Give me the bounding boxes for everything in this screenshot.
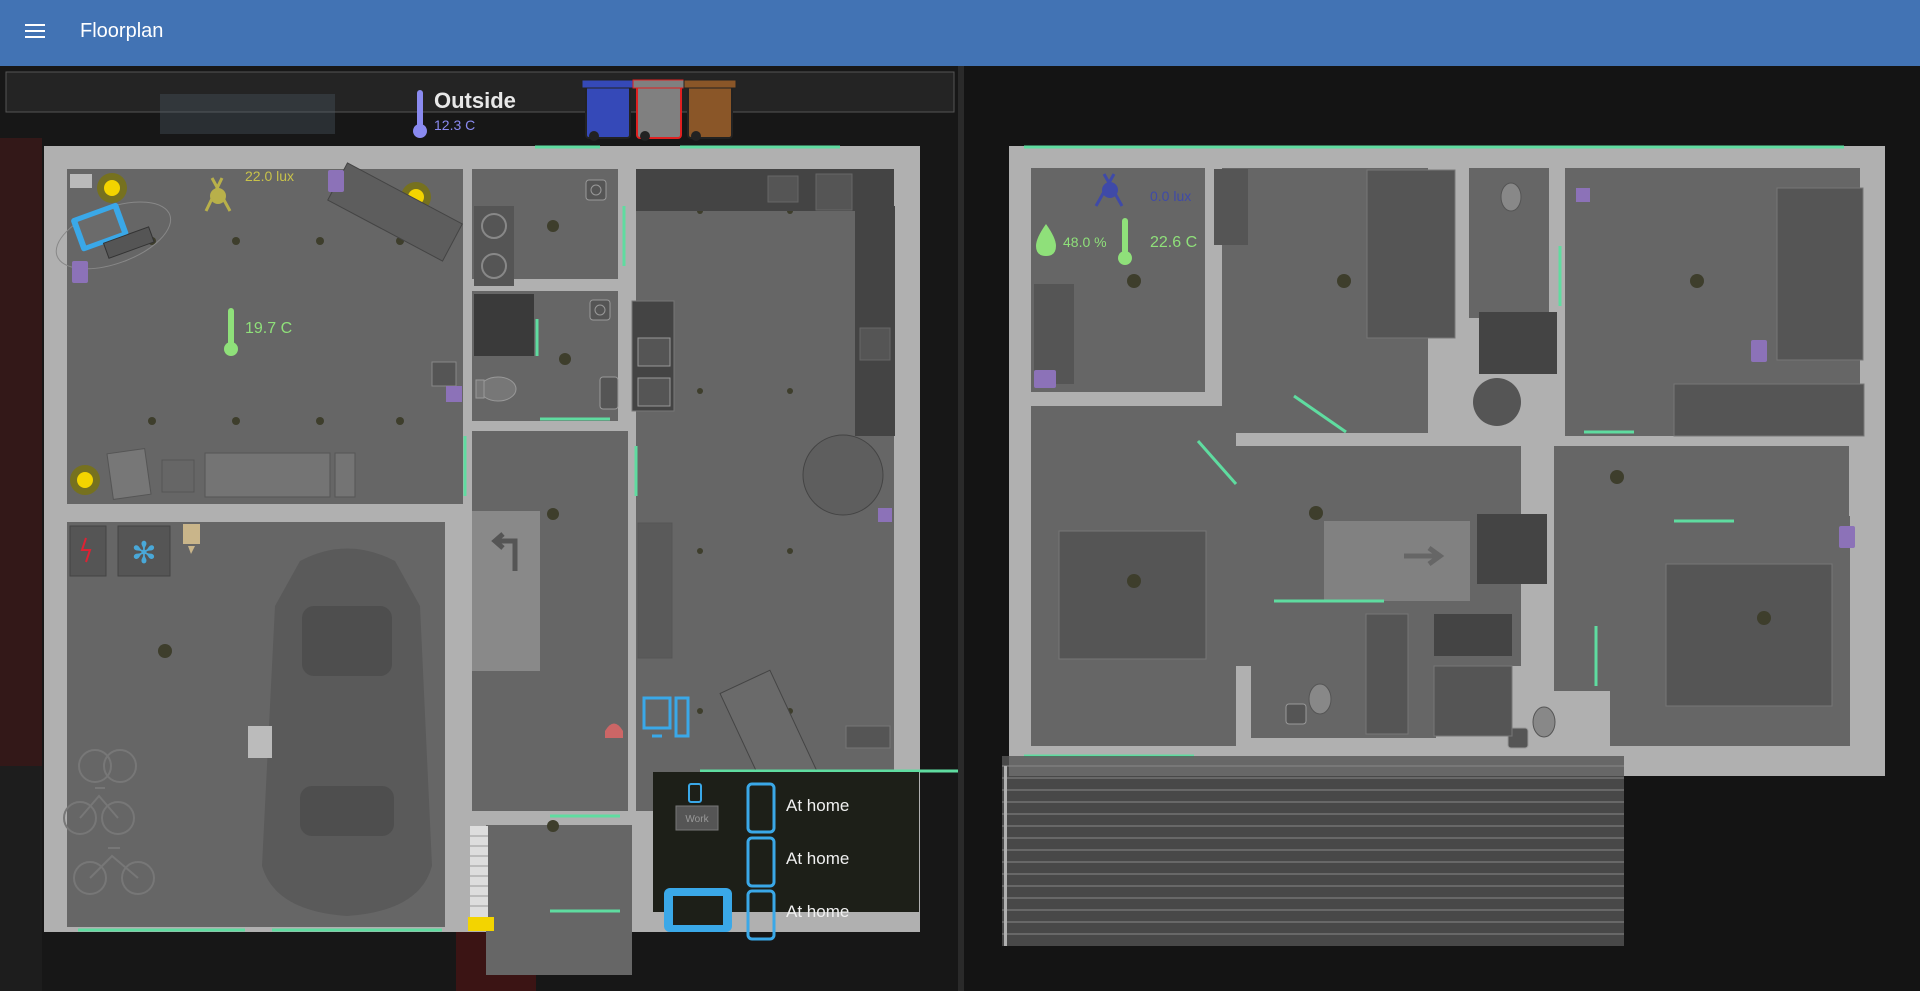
ground-floor-plan: 22.0 lux 19.7 C ✻ Outside 12.3 C Work At…: [0, 66, 958, 991]
menu-icon[interactable]: [20, 20, 50, 46]
presence-status-2: At home: [786, 849, 849, 868]
bin-brown-icon[interactable]: [683, 79, 737, 141]
living-temperature: 19.7 C: [245, 320, 292, 337]
upper-floor-plan: 0.0 lux 48.0 % 22.6 C: [964, 66, 1920, 991]
car-silhouette: [262, 548, 432, 916]
upper-temperature: 22.6 C: [1150, 234, 1197, 251]
dining-table: [802, 434, 884, 516]
bin-blue-icon[interactable]: [581, 79, 635, 141]
oven-icon: [631, 300, 675, 412]
garage-door-light[interactable]: [468, 917, 494, 931]
presence-status-3: At home: [786, 902, 849, 921]
outside-label: Outside: [434, 88, 516, 113]
svg-text:Work: Work: [685, 814, 709, 825]
tablet-icon[interactable]: [664, 888, 732, 932]
toilet-icon: [475, 376, 517, 402]
outside-temperature: 12.3 C: [434, 117, 475, 133]
app-title: Floorplan: [80, 20, 164, 42]
upper-humidity: 48.0 %: [1063, 234, 1107, 250]
presence-status-1: At home: [786, 796, 849, 815]
svg-text:✻: ✻: [131, 537, 156, 570]
bin-grey-icon[interactable]: [632, 79, 686, 141]
freezer-icon: ✻: [117, 525, 171, 577]
app-header: Floorplan: [0, 0, 1920, 67]
living-lux: 22.0 lux: [245, 168, 294, 184]
upper-lux: 0.0 lux: [1150, 188, 1191, 204]
inverter-icon: [69, 525, 107, 577]
